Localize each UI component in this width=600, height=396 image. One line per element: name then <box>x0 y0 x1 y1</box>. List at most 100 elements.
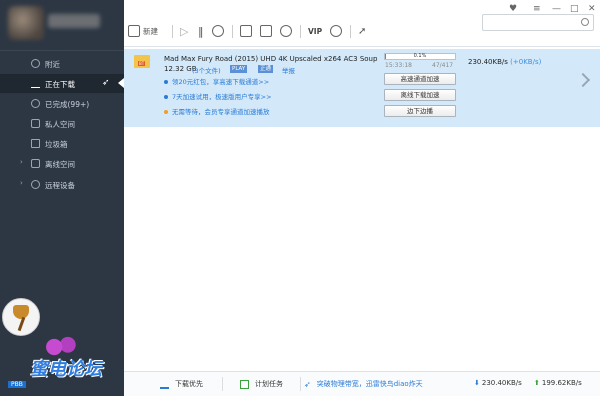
menu-icon[interactable]: ≡ <box>533 4 541 14</box>
dot-icon <box>164 80 168 84</box>
notice-text: 突破物理带宽，迅雷快鸟diao炸天 <box>316 380 423 388</box>
sidebar-item-label: 附近 <box>45 60 60 69</box>
chevron-right-icon[interactable] <box>575 72 591 88</box>
minimize-icon[interactable]: — <box>552 4 561 14</box>
bird-icon: ➶ <box>102 78 110 88</box>
file-progress: 47/417 <box>432 62 454 69</box>
sidebar-item-label: 已完成(99+) <box>45 100 90 109</box>
divider <box>300 377 301 391</box>
report-link[interactable]: 举报 <box>282 65 295 75</box>
gear-icon <box>280 25 292 37</box>
sidebar-item-private[interactable]: 私人空间 <box>0 114 124 133</box>
play-while-downloading-button[interactable]: 边下边播 <box>384 105 456 117</box>
progress-bar: 0.1% <box>384 53 456 60</box>
task-name: Mad Max Fury Road (2015) UHD 4K Upscaled… <box>164 55 378 63</box>
dot-icon <box>164 110 168 114</box>
divider <box>350 25 351 38</box>
edit-icon <box>128 25 140 37</box>
sidebar-item-offline[interactable]: › 离线空间 <box>0 154 124 173</box>
arrow-up-icon: ⬆ <box>534 379 540 387</box>
rocket-button[interactable]: ➚ <box>358 23 366 39</box>
download-priority-toggle[interactable]: 下载优先 <box>160 379 203 389</box>
skin-icon[interactable]: ♥ <box>509 4 517 14</box>
cloud-icon <box>31 159 40 168</box>
dot-icon <box>164 95 168 99</box>
task-row[interactable]: BT Mad Max Fury Road (2015) UHD 4K Upsca… <box>124 49 600 127</box>
search-input[interactable] <box>482 14 594 31</box>
download-icon <box>160 380 169 389</box>
file-count[interactable]: (3个文件) <box>192 65 221 75</box>
chevron-right-icon[interactable]: › <box>20 158 23 166</box>
promo-text: 7天加速试用，极速版用户专享>> <box>172 93 272 101</box>
sidebar-item-remote[interactable]: › 远程设备 <box>0 175 124 194</box>
divider <box>222 377 223 391</box>
check-circle-icon <box>31 99 40 108</box>
play-button[interactable]: ▷ <box>180 23 188 39</box>
upload-speed: ⬆ 199.62KB/s <box>534 379 582 387</box>
up-speed-value: 199.62KB/s <box>541 379 582 387</box>
new-label: 新建 <box>143 26 158 36</box>
progress-fill <box>385 54 386 59</box>
new-task-button[interactable]: 新建 <box>128 23 158 39</box>
divider <box>300 25 301 38</box>
sidebar-item-downloading[interactable]: 正在下载 ➶ <box>0 74 124 93</box>
fast-channel-button[interactable]: 高速通道加速 <box>384 73 456 85</box>
ok-tag: 正通 <box>258 65 274 73</box>
promo-text: 无需等待，会员专享通道加速播放 <box>172 108 270 116</box>
vip-button[interactable]: VIP <box>308 23 322 39</box>
bird-icon: ➶ <box>304 379 311 389</box>
progress-text: 0.1% <box>413 53 427 59</box>
mascot-button[interactable] <box>330 23 345 39</box>
promo-link[interactable]: 7天加速试用，极速版用户专享>> <box>164 91 272 101</box>
toolbar-divider <box>124 46 600 47</box>
watermark-logo: 蜜电论坛 <box>30 359 102 380</box>
username[interactable] <box>48 14 100 28</box>
list-button[interactable] <box>240 23 255 39</box>
avatar[interactable] <box>8 6 44 40</box>
notice-link[interactable]: ➶ 突破物理带宽，迅雷快鸟diao炸天 <box>304 379 423 389</box>
sidebar-item-label: 远程设备 <box>45 181 75 190</box>
settings-button[interactable] <box>280 23 295 39</box>
maximize-icon[interactable]: □ <box>570 4 579 14</box>
mascot-icon <box>330 25 342 37</box>
watermark-sub: PBB <box>8 381 26 388</box>
grid-button[interactable] <box>260 23 275 39</box>
calendar-icon <box>240 379 249 389</box>
pause-button[interactable]: ‖ <box>198 23 204 39</box>
location-icon <box>31 59 40 68</box>
sidebar-divider <box>0 50 124 51</box>
sidebar-item-label: 私人空间 <box>45 120 75 129</box>
monitor-icon <box>31 180 40 189</box>
grid-icon <box>260 25 272 37</box>
remaining-time: 15:33:18 <box>385 62 412 69</box>
list-icon <box>240 25 252 37</box>
chevron-right-icon[interactable]: › <box>20 179 23 187</box>
offline-accel-button[interactable]: 离线下载加速 <box>384 89 456 101</box>
sidebar-item-label: 垃圾箱 <box>45 140 68 149</box>
divider <box>172 25 173 38</box>
priority-label: 下载优先 <box>175 380 203 388</box>
task-speed: 230.40KB/s (+0KB/s) <box>468 58 541 66</box>
lock-icon <box>31 119 40 128</box>
plan-label: 计划任务 <box>255 380 283 388</box>
search-icon <box>581 18 589 26</box>
play-tag[interactable]: PLAY <box>230 65 248 73</box>
sidebar: 附近 正在下载 ➶ 已完成(99+) 私人空间 垃圾箱 › 离线空间 › 远程设… <box>0 0 124 396</box>
plan-task-button[interactable]: 计划任务 <box>240 379 283 389</box>
sidebar-item-nearby[interactable]: 附近 <box>0 54 124 73</box>
download-speed: ⬇ 230.40KB/s <box>474 379 522 387</box>
sidebar-item-completed[interactable]: 已完成(99+) <box>0 94 124 113</box>
file-icon: BT <box>134 55 150 68</box>
promo-link[interactable]: 无需等待，会员专享通道加速播放 <box>164 106 270 116</box>
close-icon[interactable]: ✕ <box>588 4 596 14</box>
promo-link[interactable]: 领20元红包，享高速下载通道>> <box>164 76 269 86</box>
sidebar-item-trash[interactable]: 垃圾箱 <box>0 134 124 153</box>
priority-button[interactable] <box>212 23 227 39</box>
divider <box>232 25 233 38</box>
sidebar-item-label: 正在下载 <box>45 80 75 89</box>
promo-text: 领20元红包，享高速下载通道>> <box>172 78 270 86</box>
trash-icon <box>31 139 40 148</box>
number-one-icon <box>212 25 224 37</box>
status-bar: 下载优先 计划任务 ➶ 突破物理带宽，迅雷快鸟diao炸天 ⬇ 230.40KB… <box>124 371 600 396</box>
shovel-sticker-icon[interactable] <box>2 298 40 336</box>
